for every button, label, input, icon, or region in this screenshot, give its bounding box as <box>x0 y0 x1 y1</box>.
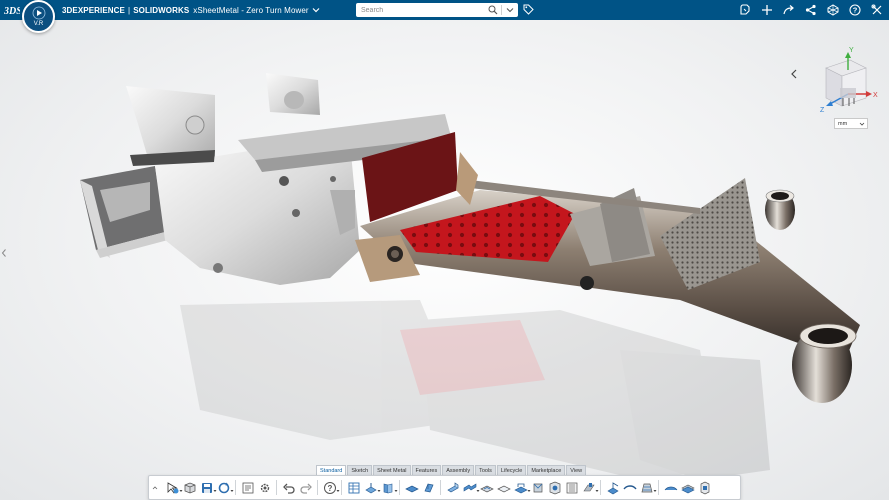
document-title[interactable]: xSheetMetal - Zero Turn Mower <box>193 6 308 15</box>
base-flange-icon[interactable] <box>362 479 381 496</box>
tab-slot-icon[interactable] <box>580 479 599 496</box>
chevron-down-icon <box>859 122 865 126</box>
tab-assembly[interactable]: Assembly <box>442 465 475 475</box>
search-box[interactable] <box>356 3 518 17</box>
save-icon[interactable] <box>198 479 217 496</box>
share-icon[interactable] <box>805 4 817 16</box>
normal-cut-icon[interactable] <box>696 479 713 496</box>
toolbar-separator <box>317 480 318 495</box>
vent-icon[interactable] <box>563 479 580 496</box>
view-triad[interactable]: Y X Z <box>816 44 878 126</box>
search-divider <box>501 5 502 15</box>
toolbar-separator <box>440 480 441 495</box>
dassault-logo: 3DS <box>4 6 20 17</box>
action-bar: Standard Sketch Sheet Metal Features Ass… <box>148 465 741 500</box>
compass-button[interactable]: V.R <box>22 0 55 33</box>
tag-icon[interactable] <box>523 4 534 15</box>
communities-icon[interactable] <box>827 4 839 16</box>
rip-icon[interactable] <box>604 479 621 496</box>
help-icon[interactable]: ? <box>849 4 861 16</box>
forming-tool-icon[interactable] <box>546 479 563 496</box>
settings-icon[interactable] <box>871 4 883 16</box>
tab-marketplace[interactable]: Marketplace <box>527 465 566 475</box>
mower-chassis-model[interactable] <box>0 20 889 500</box>
undo-icon[interactable] <box>280 479 297 496</box>
left-panel-toggle-icon[interactable] <box>1 248 7 258</box>
svg-text:?: ? <box>853 6 858 15</box>
brand-label: 3DEXPERIENCE <box>62 5 125 15</box>
miter-flange-icon[interactable] <box>420 479 437 496</box>
title-separator: | <box>128 5 131 15</box>
app-title: 3DEXPERIENCE | SOLIDWORKS xSheetMetal - … <box>62 0 320 20</box>
convert-to-sheet-icon[interactable] <box>679 479 696 496</box>
hem-icon[interactable] <box>444 479 461 496</box>
add-icon[interactable] <box>761 4 773 16</box>
sheet-plate-icon[interactable] <box>403 479 420 496</box>
triad-z-label: Z <box>820 107 825 114</box>
unfold-icon[interactable] <box>495 479 512 496</box>
toolbar-separator <box>341 480 342 495</box>
units-select[interactable]: mm <box>834 118 868 129</box>
tab-sheet-metal[interactable]: Sheet Metal <box>373 465 411 475</box>
play-compass-icon <box>32 6 45 20</box>
tab-standard[interactable]: Standard <box>316 465 347 475</box>
sketched-bend-icon[interactable] <box>621 479 638 496</box>
jog-icon[interactable] <box>461 479 480 496</box>
rebuild-icon[interactable] <box>215 479 234 496</box>
toolbar-separator <box>235 480 236 495</box>
user-profile-icon[interactable] <box>739 4 751 16</box>
select-tool-icon[interactable] <box>164 479 183 496</box>
tab-sketch[interactable]: Sketch <box>347 465 373 475</box>
help-icon[interactable]: ? <box>321 479 340 496</box>
toolbar-separator <box>600 480 601 495</box>
action-bar-commands: ? <box>148 475 741 500</box>
tab-features[interactable]: Features <box>411 465 442 475</box>
top-right-toolbar: ? <box>739 0 883 20</box>
top-bar: 3DS 3DEXPERIENCE | SOLIDWORKS xSheetMeta… <box>0 0 889 20</box>
action-bar-tabs: Standard Sketch Sheet Metal Features Ass… <box>316 465 587 475</box>
chevron-left-icon[interactable] <box>789 68 799 80</box>
search-icon[interactable] <box>488 5 498 15</box>
triad-y-label: Y <box>849 47 854 54</box>
tab-lifecycle[interactable]: Lifecycle <box>496 465 527 475</box>
edge-flange-icon[interactable] <box>379 479 398 496</box>
corner-relief-icon[interactable] <box>529 479 546 496</box>
share-arrow-icon[interactable] <box>783 4 795 16</box>
toolbar-separator <box>276 480 277 495</box>
toolbar-separator <box>399 480 400 495</box>
search-input[interactable] <box>356 4 482 16</box>
new-part-icon[interactable] <box>181 479 198 496</box>
compass-version: V.R <box>33 21 44 27</box>
lofted-bend-icon[interactable] <box>638 479 657 496</box>
cross-break-icon[interactable] <box>662 479 679 496</box>
chevron-down-icon[interactable] <box>312 6 320 14</box>
svg-text:?: ? <box>327 484 332 493</box>
redo-icon[interactable] <box>297 479 314 496</box>
expand-handle-icon[interactable] <box>152 485 158 491</box>
tab-tools[interactable]: Tools <box>475 465 496 475</box>
product-label: SOLIDWORKS <box>133 5 190 15</box>
triad-x-label: X <box>873 92 878 99</box>
options-gear-icon[interactable] <box>256 479 273 496</box>
table-icon[interactable] <box>345 479 362 496</box>
tab-view[interactable]: View <box>566 465 587 475</box>
3d-viewport[interactable]: Y X Z mm <box>0 20 889 500</box>
flatten-icon[interactable] <box>512 479 531 496</box>
svg-text:3DS: 3DS <box>4 6 20 17</box>
units-value: mm <box>838 120 848 127</box>
fold-icon[interactable] <box>478 479 495 496</box>
properties-icon[interactable] <box>239 479 256 496</box>
toolbar-separator <box>658 480 659 495</box>
search-options-chevron-icon[interactable] <box>506 6 514 14</box>
